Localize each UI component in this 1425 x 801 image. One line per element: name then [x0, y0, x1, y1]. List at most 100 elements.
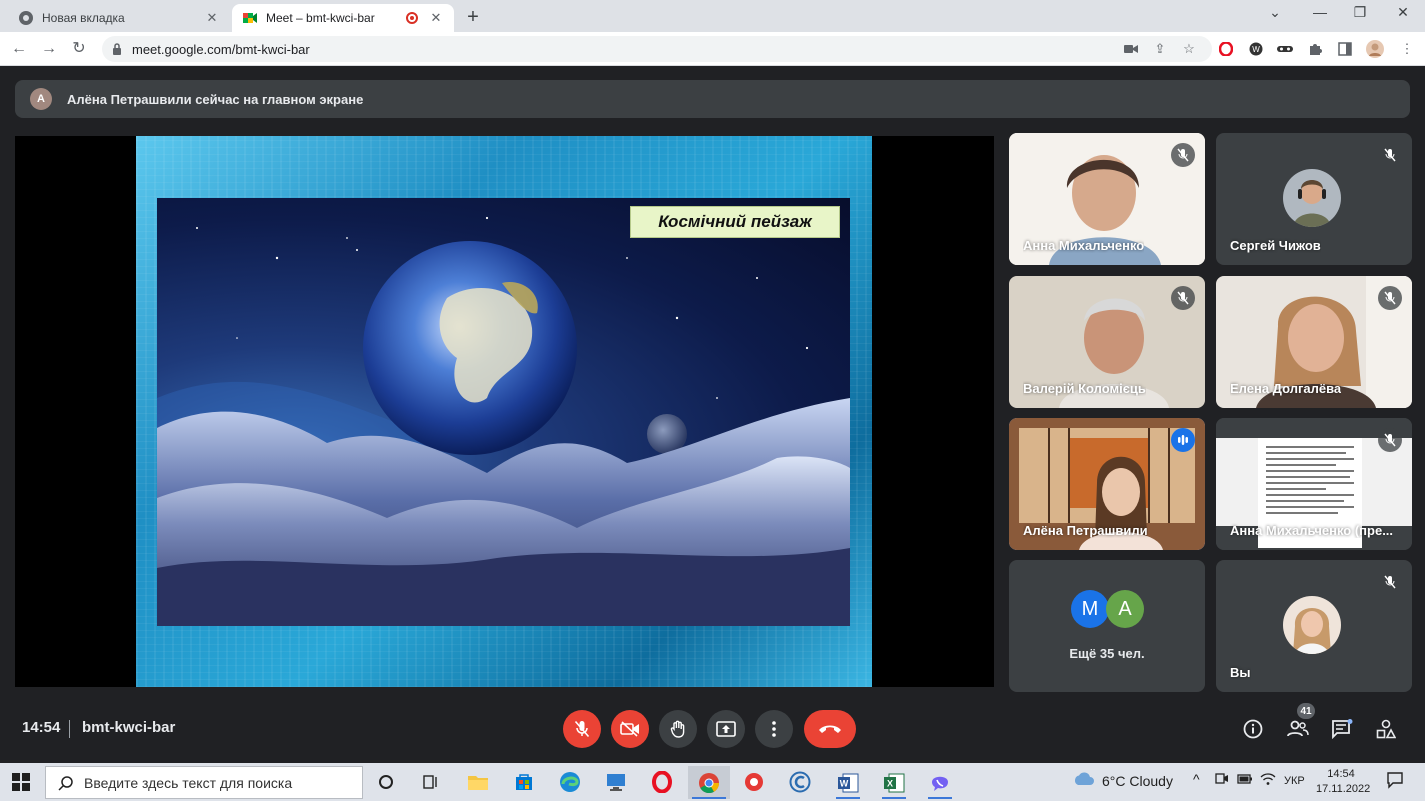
microphone-toggle-button[interactable]	[563, 710, 601, 748]
desktop-app-icon[interactable]	[602, 768, 630, 796]
store-icon[interactable]	[510, 768, 538, 796]
chrome-taskbar-icon[interactable]	[688, 766, 730, 799]
more-icon	[772, 721, 776, 737]
reload-icon[interactable]: ↻	[68, 38, 90, 60]
extension-w-icon[interactable]: W	[1247, 40, 1265, 58]
chat-button[interactable]	[1330, 717, 1354, 741]
notifications-icon[interactable]	[1386, 771, 1404, 792]
profile-icon[interactable]	[1366, 40, 1384, 58]
address-bar[interactable]: meet.google.com/bmt-kwci-bar	[102, 36, 1212, 62]
opera-taskbar-icon[interactable]	[648, 768, 676, 796]
ccleaner-icon[interactable]	[786, 768, 814, 796]
camera-toggle-button[interactable]	[611, 710, 649, 748]
participant-tile[interactable]: Валерій Коломієць	[1009, 276, 1205, 408]
slide-title: Космічний пейзаж	[630, 206, 840, 238]
extension-icon[interactable]	[1306, 40, 1324, 58]
active-indicator	[836, 797, 860, 799]
mic-off-icon	[574, 720, 590, 738]
task-view-icon[interactable]	[416, 768, 444, 796]
participant-name: Валерій Коломієць	[1023, 381, 1146, 396]
star-icon[interactable]: ☆	[1180, 40, 1198, 58]
activities-button[interactable]	[1374, 717, 1398, 741]
tab-search-icon[interactable]: ⌄	[1260, 4, 1290, 21]
more-participants-tile[interactable]: M A Ещё 35 чел.	[1009, 560, 1205, 692]
avatar	[1283, 596, 1341, 654]
meet-tray-icon[interactable]	[1215, 772, 1229, 789]
weather-text[interactable]: 6°C Cloudy	[1102, 773, 1173, 789]
cortana-icon[interactable]	[372, 768, 400, 796]
more-options-button[interactable]	[755, 710, 793, 748]
lock-icon	[113, 43, 121, 55]
meet-app: А Алёна Петрашвили сейчас на главном экр…	[0, 66, 1425, 763]
close-tab-icon[interactable]: ✕	[204, 10, 220, 26]
edge-icon[interactable]	[556, 768, 584, 796]
banner-text: Алёна Петрашвили сейчас на главном экран…	[67, 91, 364, 107]
avatar: A	[1106, 590, 1144, 628]
participant-tile[interactable]: Анна Михальченко (пре...	[1216, 418, 1412, 550]
new-tab-button[interactable]: +	[462, 6, 484, 29]
speaking-indicator-icon	[1171, 428, 1195, 452]
battery-icon[interactable]	[1237, 772, 1253, 788]
participant-tile[interactable]: Алёна Петрашвили	[1009, 418, 1205, 550]
self-tile[interactable]: Вы	[1216, 560, 1412, 692]
participant-name: Елена Долгалёва	[1230, 381, 1342, 396]
clock-time: 14:54	[1327, 768, 1355, 780]
meeting-code: bmt-kwci-bar	[82, 719, 176, 736]
language-indicator[interactable]: УКР	[1284, 775, 1305, 787]
url-text: meet.google.com/bmt-kwci-bar	[132, 41, 310, 57]
wifi-icon[interactable]	[1260, 772, 1276, 789]
windows-start-icon[interactable]	[12, 773, 30, 791]
viber-icon[interactable]	[924, 766, 956, 799]
show-everyone-button[interactable]	[1286, 717, 1310, 741]
participant-name: Сергей Чижов	[1230, 238, 1321, 253]
participant-tile[interactable]: Сергей Чижов	[1216, 133, 1412, 265]
mic-off-icon	[1171, 286, 1195, 310]
share-icon[interactable]: ⇪	[1151, 40, 1169, 58]
menu-icon[interactable]: ⋮	[1398, 40, 1416, 58]
back-icon[interactable]: ←	[8, 38, 30, 60]
svg-text:X: X	[887, 778, 893, 788]
main-stage[interactable]: Космічний пейзаж	[15, 136, 994, 687]
raise-hand-button[interactable]	[659, 710, 697, 748]
tab-new-tab[interactable]: Новая вкладка ✕	[8, 4, 230, 32]
recorder-icon[interactable]	[740, 768, 768, 796]
participant-tile[interactable]: Анна Михальченко	[1009, 133, 1205, 265]
mic-off-icon	[1171, 143, 1195, 167]
minimize-button[interactable]: —	[1305, 4, 1335, 20]
chrome-icon	[19, 11, 33, 25]
pinned-banner: А Алёна Петрашвили сейчас на главном экр…	[15, 80, 1410, 118]
tab-title: Новая вкладка	[42, 11, 125, 25]
hang-up-icon	[819, 725, 841, 733]
weather-icon[interactable]	[1072, 771, 1096, 790]
close-tab-icon[interactable]: ✕	[428, 10, 444, 26]
maximize-button[interactable]: ❐	[1345, 4, 1375, 21]
search-placeholder: Введите здесь текст для поиска	[84, 774, 293, 791]
tab-title: Meet – bmt-kwci-bar	[266, 11, 375, 25]
active-indicator	[882, 797, 906, 799]
chevron-up-icon[interactable]: ^	[1193, 771, 1200, 787]
tab-meet[interactable]: Meet – bmt-kwci-bar ✕	[232, 4, 454, 32]
chat-icon	[1332, 719, 1353, 739]
present-now-button[interactable]	[707, 710, 745, 748]
side-panel-icon[interactable]	[1336, 40, 1354, 58]
word-icon[interactable]: W	[832, 766, 864, 799]
opera-icon[interactable]	[1217, 40, 1235, 58]
leave-call-button[interactable]	[804, 710, 856, 748]
participant-tile[interactable]: Елена Долгалёва	[1216, 276, 1412, 408]
close-window-button[interactable]: ✕	[1388, 4, 1418, 21]
file-explorer-icon[interactable]	[464, 768, 492, 796]
present-icon	[716, 721, 736, 737]
avatar	[1283, 169, 1341, 227]
camera-icon[interactable]	[1122, 40, 1140, 58]
mask-icon[interactable]	[1276, 40, 1294, 58]
avatar: M	[1071, 590, 1109, 628]
clock[interactable]: 14:54 17.11.2022	[1316, 767, 1370, 797]
meeting-details-button[interactable]	[1241, 717, 1265, 741]
svg-text:W: W	[840, 778, 849, 788]
forward-icon[interactable]: →	[38, 38, 60, 60]
excel-icon[interactable]: X	[878, 766, 910, 799]
recording-icon	[406, 12, 418, 24]
info-icon	[1243, 719, 1263, 739]
space-landscape-image: Космічний пейзаж	[157, 198, 850, 626]
taskbar-search-box[interactable]: Введите здесь текст для поиска	[45, 766, 363, 799]
